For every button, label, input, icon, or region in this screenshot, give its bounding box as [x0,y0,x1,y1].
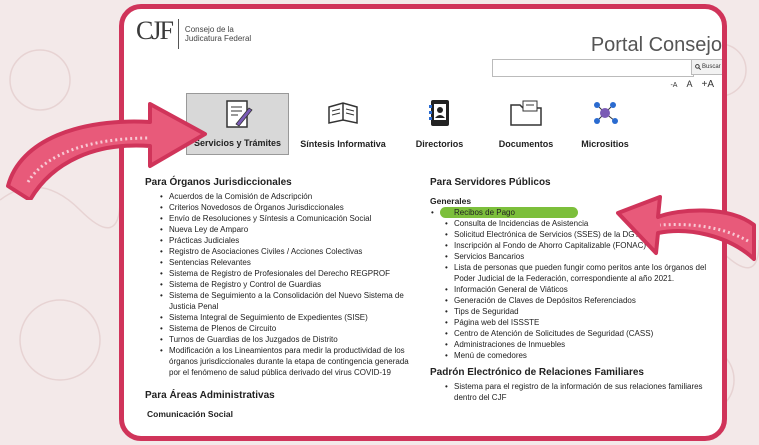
list-item[interactable]: Sistema de Registro y Control de Guardia… [160,279,410,290]
list-item[interactable]: Criterios Novedosos de Órganos Jurisdicc… [160,202,410,213]
list-item[interactable]: Administraciones de Inmuebles [445,339,715,350]
font-increase-button[interactable]: +A [701,79,714,90]
list-item[interactable]: Nueva Ley de Amparo [160,224,410,235]
list-item[interactable]: Sentencias Relevantes [160,257,410,268]
list-item[interactable]: Sistema de Seguimiento a la Consolidació… [160,290,410,312]
link-list: Acuerdos de la Comisión de Adscripción C… [145,191,410,378]
left-column: Para Órganos Jurisdiccionales Acuerdos d… [145,177,410,419]
search-input[interactable] [492,59,694,77]
search-button[interactable]: Buscar [691,59,722,75]
list-item[interactable]: Modificación a los Lineamientos para med… [160,345,410,378]
list-item[interactable]: Generación de Claves de Depósitos Refere… [445,295,715,306]
nav-documentos[interactable]: Documentos [482,93,570,155]
search-icon [695,64,701,70]
main-nav: Servicios y Trámites Síntesis Informativ… [186,93,640,155]
logo-line-1: Consejo de la [184,25,234,34]
search-button-label: Buscar [702,64,721,70]
portal-title: Portal Consejo [590,34,722,56]
folder-icon [510,100,542,126]
nav-micrositios[interactable]: Micrositios [570,93,640,155]
list-item[interactable]: Menú de comedores [445,350,715,361]
open-book-icon [328,102,358,124]
logo-line-2: Judicatura Federal [184,34,252,43]
list-item-highlighted[interactable]: Recibos de Pago [431,207,578,218]
list-item[interactable]: Envío de Resoluciones y Síntesis a Comun… [160,213,410,224]
logo-divider [177,19,179,49]
section-heading: Padrón Electrónico de Relaciones Familia… [430,367,644,378]
logo-mark: CJF [136,16,174,45]
link-list: Sistema para el registro de la informaci… [430,381,715,403]
list-item[interactable]: Registro de Asociaciones Civiles / Accio… [160,246,410,257]
nav-label: Documentos [498,139,554,149]
font-normal-button[interactable]: A [686,79,692,89]
font-size-controls: -A A +A [670,79,714,90]
network-icon [594,102,618,124]
list-item[interactable]: Sistema para el registro de la informaci… [445,381,715,403]
font-decrease-button[interactable]: -A [670,82,677,89]
nav-label: Síntesis Informativa [300,139,386,149]
logo-text: Consejo de la Judicatura Federal [185,25,251,43]
list-item[interactable]: Centro de Atención de Solicitudes de Seg… [445,328,715,339]
list-item[interactable]: Turnos de Guardias de los Juzgados de Di… [160,334,410,345]
nav-directorios[interactable]: Directorios [397,93,482,155]
list-item[interactable]: Prácticas Judiciales [160,235,410,246]
section-heading: Para Áreas Administrativas [145,390,275,401]
address-book-icon [428,100,449,126]
subsection-heading: Comunicación Social [147,409,233,419]
list-item[interactable]: Sistema Integral de Seguimiento de Exped… [160,312,410,323]
right-pointer-arrow [616,195,756,261]
nav-label: Micrositios [581,139,629,149]
nav-sintesis-informativa[interactable]: Síntesis Informativa [289,93,397,155]
list-item[interactable]: Sistema de Registro de Profesionales del… [160,268,410,279]
cjf-logo[interactable]: CJF Consejo de la Judicatura Federal [136,16,251,49]
left-pointer-arrow [6,102,207,200]
nav-label: Directorios [415,139,464,149]
document-pen-icon [225,100,253,128]
list-item[interactable]: Tips de Seguridad [445,306,715,317]
list-item[interactable]: Sistema de Plenos de Circuito [160,323,410,334]
list-item[interactable]: Página web del ISSSTE [445,317,715,328]
list-item[interactable]: Información General de Viáticos [445,284,715,295]
